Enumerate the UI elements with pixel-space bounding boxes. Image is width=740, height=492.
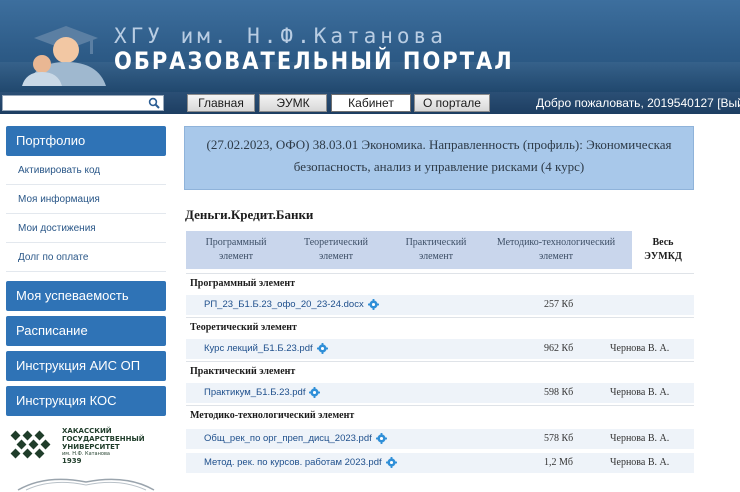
gear-icon[interactable] [375,432,387,444]
university-emblem-icon [10,430,51,459]
file-row: Практикум_Б1.Б.23.pdf 598 Кб Чернова В. … [186,383,694,403]
university-logo: ХАКАССКИЙ ГОСУДАРСТВЕННЫЙ УНИВЕРСИТЕТ им… [6,424,166,492]
subject-title: Деньги.Кредит.Банки [185,207,314,222]
section-title-methodological: Методико-технологический элемент [186,405,694,425]
gear-icon[interactable] [316,342,328,354]
file-size: 598 Кб [544,387,574,398]
university-name: ХАКАССКИЙ ГОСУДАРСТВЕННЫЙ УНИВЕРСИТЕТ им… [62,427,145,465]
logout-link[interactable]: [Выйти] [717,96,740,110]
nav-strip: Главная ЭУМК Кабинет О портале Добро пож… [0,92,740,114]
site-title-portal: ОБРАЗОВАТЕЛЬНЫЙ ПОРТАЛ [114,47,514,75]
site-header: ХГУ им. Н.Ф.Катанова ОБРАЗОВАТЕЛЬНЫЙ ПОР… [0,0,740,92]
site-title-university: ХГУ им. Н.Ф.Катанова [114,24,447,48]
program-info-box: (27.02.2023, ОФО) 38.03.01 Экономика. На… [184,126,694,190]
sidebar-item-achievements[interactable]: Мои достижения [6,214,166,243]
welcome-text: Добро пожаловать, 2019540127 [Выйти] [536,96,740,110]
gear-icon[interactable] [385,456,397,468]
tab-theoretical-element[interactable]: Теоретический элемент [291,236,381,264]
nav-button-cabinet[interactable]: Кабинет [331,94,411,112]
nav-button-about[interactable]: О портале [414,94,490,112]
file-row: Общ_рек_по орг_преп_дисц_2023.pdf 578 Кб… [186,429,694,449]
file-author: Чернова В. А. [610,343,670,354]
tab-program-element[interactable]: Программный элемент [196,236,276,264]
sidebar: Портфолио Активировать код Моя информаци… [6,126,166,492]
sidebar-item-progress[interactable]: Моя успеваемость [6,281,166,311]
nav-button-eumk[interactable]: ЭУМК [259,94,327,112]
file-size: 257 Кб [544,299,574,310]
file-row: Метод. рек. по курсов. работам 2023.pdf … [186,453,694,473]
sidebar-item-schedule[interactable]: Расписание [6,316,166,346]
file-link[interactable]: Метод. рек. по курсов. работам 2023.pdf [204,453,397,473]
file-author: Чернова В. А. [610,387,670,398]
file-size: 578 Кб [544,433,574,444]
nav-button-home[interactable]: Главная [187,94,255,112]
graduate-logo-icon [22,26,106,86]
sidebar-item-activate-code[interactable]: Активировать код [6,156,166,185]
file-author: Чернова В. А. [610,433,670,444]
welcome-user: Добро пожаловать, 2019540127 [536,96,714,110]
tab-whole-eumkd[interactable]: Весь ЭУМКД [632,231,694,269]
file-row: Курс лекций_Б1.Б.23.pdf 962 Кб Чернова В… [186,339,694,359]
search-icon[interactable] [148,97,160,109]
file-link[interactable]: Общ_рек_по орг_преп_дисц_2023.pdf [204,429,387,449]
section-title-program: Программный элемент [186,273,694,293]
file-author: Чернова В. А. [610,457,670,468]
section-title-theoretical: Теоретический элемент [186,317,694,337]
gear-icon[interactable] [367,298,379,310]
file-size: 1,2 Мб [544,457,573,468]
search-input[interactable] [2,95,164,111]
file-row: РП_23_Б1.Б.23_офо_20_23-24.docx 257 Кб [186,295,694,315]
element-tabs: Программный элемент Теоретический элемент … [186,231,694,269]
file-link[interactable]: РП_23_Б1.Б.23_офо_20_23-24.docx [204,295,379,315]
gear-icon[interactable] [309,386,321,398]
tab-practical-element[interactable]: Практический элемент [391,236,481,264]
sidebar-item-kos-instructions[interactable]: Инструкция КОС [6,386,166,416]
file-link[interactable]: Практикум_Б1.Б.23.pdf [204,383,321,403]
sidebar-portfolio-header[interactable]: Портфолио [6,126,166,156]
file-link[interactable]: Курс лекций_Б1.Б.23.pdf [204,339,328,359]
file-size: 962 Кб [544,343,574,354]
sidebar-item-my-info[interactable]: Моя информация [6,185,166,214]
sidebar-item-payment-debt[interactable]: Долг по оплате [6,243,166,272]
tab-methodological-element[interactable]: Методико-технологический элемент [486,236,626,264]
section-title-practical: Практический элемент [186,361,694,381]
book-decoration-icon [17,478,155,491]
sidebar-item-ais-instructions[interactable]: Инструкция АИС ОП [6,351,166,381]
